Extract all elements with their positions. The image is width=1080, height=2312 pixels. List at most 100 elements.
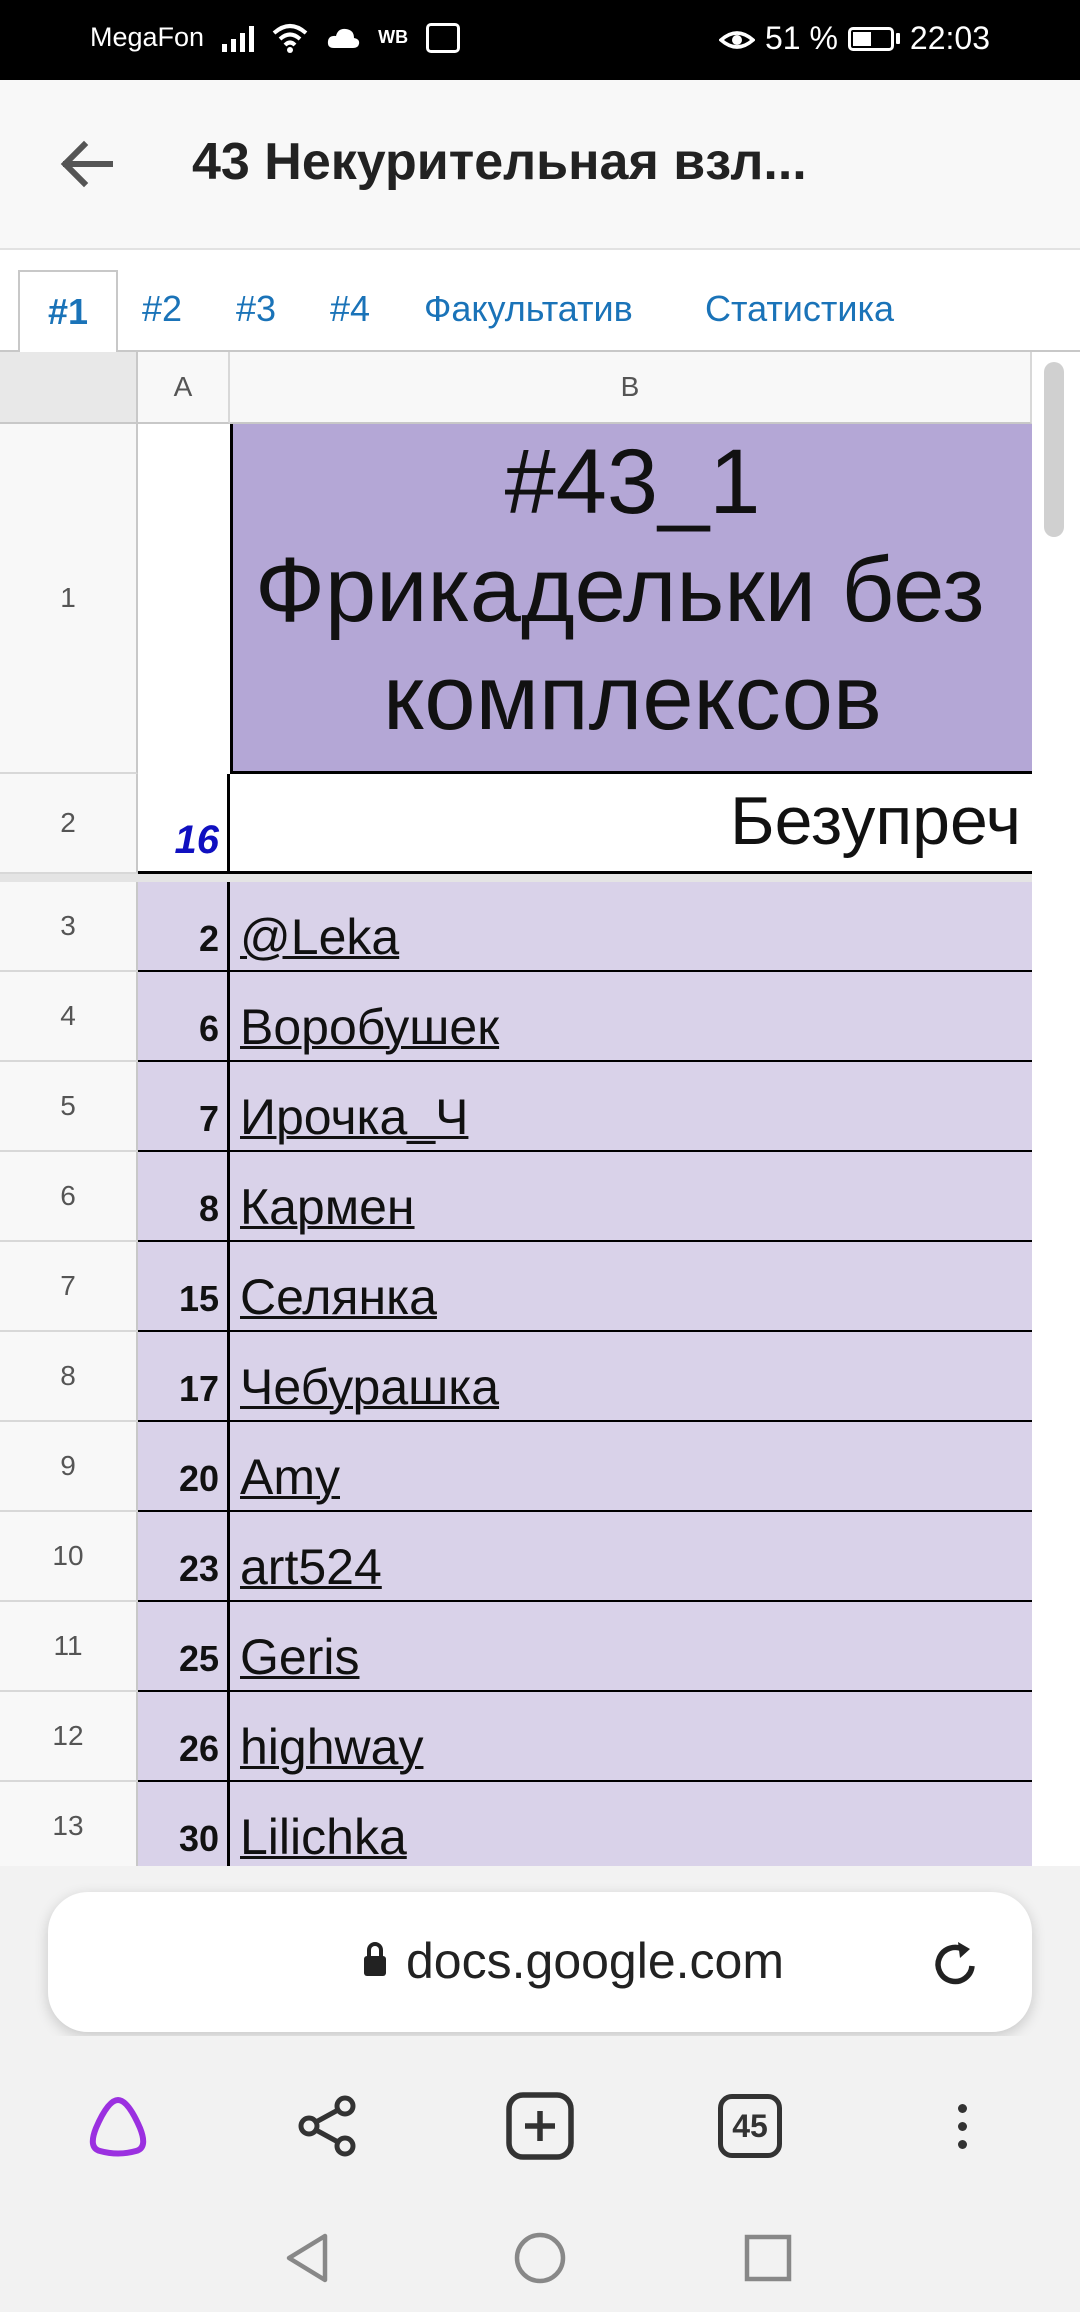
url-text: docs.google.com: [406, 1933, 785, 1989]
shopping-bag-icon: [426, 22, 461, 53]
cell-number[interactable]: 6: [138, 972, 230, 1062]
cell-name[interactable]: art524: [230, 1512, 1032, 1602]
row-header-2[interactable]: 2: [0, 774, 138, 874]
row-header[interactable]: 10: [0, 1512, 138, 1602]
participant-link[interactable]: Чебурашка: [240, 1358, 499, 1416]
cell-a1[interactable]: [138, 424, 230, 774]
cell-name[interactable]: Amy: [230, 1422, 1032, 1512]
cell-number[interactable]: 25: [138, 1602, 230, 1692]
participant-link[interactable]: Geris: [240, 1628, 359, 1686]
participant-link[interactable]: Lilichka: [240, 1808, 407, 1866]
cell-name[interactable]: Селянка: [230, 1242, 1032, 1332]
share-button[interactable]: [288, 2086, 368, 2166]
row-header[interactable]: 4: [0, 972, 138, 1062]
address-bar-area: docs.google.com: [0, 1866, 1080, 2036]
title-line-1: #43_1: [504, 431, 761, 533]
participant-link[interactable]: Ирочка_Ч: [240, 1088, 468, 1146]
battery-percent: 51 %: [764, 20, 838, 56]
column-header-b[interactable]: B: [230, 352, 1032, 424]
participant-link[interactable]: art524: [240, 1538, 382, 1596]
carrier-name: MegaFon: [90, 22, 205, 52]
more-vert-icon: [957, 2103, 967, 2149]
select-all-corner[interactable]: [0, 352, 138, 424]
row-header[interactable]: 12: [0, 1692, 138, 1782]
participant-link[interactable]: Селянка: [240, 1268, 437, 1326]
menu-button[interactable]: [922, 2086, 1002, 2166]
cell-name[interactable]: Воробушек: [230, 972, 1032, 1062]
cell-b2[interactable]: Безупреч: [230, 774, 1032, 874]
address-bar[interactable]: docs.google.com: [48, 1892, 1032, 2032]
frozen-rows-divider: [0, 874, 1032, 882]
bottom-toolbar: 45: [0, 2036, 1080, 2202]
tab-2[interactable]: #2: [142, 288, 182, 330]
tab-1[interactable]: #1: [18, 270, 118, 352]
spreadsheet-grid[interactable]: A B 1 #43_1 Фрикадельки без комплексов 2…: [0, 352, 1080, 1866]
tab-4[interactable]: #4: [330, 288, 370, 330]
row-header[interactable]: 9: [0, 1422, 138, 1512]
tabs-count-badge: 45: [718, 2094, 782, 2158]
cell-number[interactable]: 23: [138, 1512, 230, 1602]
status-bar: MegaFon WB 51 % 22:03: [0, 0, 1080, 80]
tab-facultative[interactable]: Факультатив: [424, 288, 633, 330]
status-bar-right: 51 % 22:03: [718, 20, 990, 57]
cell-number[interactable]: 15: [138, 1242, 230, 1332]
cell-b2-text: Безупреч: [730, 783, 1021, 859]
address-url-group: docs.google.com: [364, 1932, 784, 1990]
row-header[interactable]: 8: [0, 1332, 138, 1422]
cell-name[interactable]: Чебурашка: [230, 1332, 1032, 1422]
cell-name[interactable]: Geris: [230, 1602, 1032, 1692]
reload-icon[interactable]: [928, 1936, 984, 1992]
signal-icon: [222, 24, 255, 52]
cell-number[interactable]: 26: [138, 1692, 230, 1782]
assistant-button[interactable]: [78, 2086, 158, 2166]
cell-number[interactable]: 20: [138, 1422, 230, 1512]
square-recents-icon: [744, 2234, 792, 2282]
row-header[interactable]: 11: [0, 1602, 138, 1692]
share-icon: [298, 2095, 356, 2157]
row-header[interactable]: 7: [0, 1242, 138, 1332]
title-line-3: комплексов: [383, 647, 882, 749]
cell-number[interactable]: 2: [138, 882, 230, 972]
title-line-2: Фрикадельки без: [255, 539, 985, 641]
lock-icon: [364, 1942, 386, 1978]
column-header-a[interactable]: A: [138, 352, 230, 424]
row-header[interactable]: 6: [0, 1152, 138, 1242]
nav-back-button[interactable]: [278, 2228, 338, 2288]
cell-name[interactable]: highway: [230, 1692, 1032, 1782]
vertical-scrollbar[interactable]: [1044, 362, 1064, 537]
participant-link[interactable]: @Leka: [240, 908, 399, 966]
participant-link[interactable]: Воробушек: [240, 998, 499, 1056]
tab-statistics[interactable]: Статистика: [705, 288, 894, 330]
row-header[interactable]: 3: [0, 882, 138, 972]
cell-number[interactable]: 7: [138, 1062, 230, 1152]
row-header-1[interactable]: 1: [0, 424, 138, 774]
status-bar-left: MegaFon WB: [90, 22, 461, 53]
wifi-icon: [272, 23, 308, 53]
cell-number[interactable]: 8: [138, 1152, 230, 1242]
nav-recents-button[interactable]: [738, 2228, 798, 2288]
cell-number[interactable]: 30: [138, 1782, 230, 1866]
cell-number[interactable]: 17: [138, 1332, 230, 1422]
new-tab-button[interactable]: [500, 2086, 580, 2166]
cell-name[interactable]: Lilichka: [230, 1782, 1032, 1866]
cell-name[interactable]: Ирочка_Ч: [230, 1062, 1032, 1152]
row-header[interactable]: 5: [0, 1062, 138, 1152]
nav-home-button[interactable]: [510, 2228, 570, 2288]
tabs-button[interactable]: 45: [710, 2086, 790, 2166]
cell-a2[interactable]: 16: [138, 774, 230, 874]
cell-name[interactable]: @Leka: [230, 882, 1032, 972]
title-cell[interactable]: #43_1 Фрикадельки без комплексов: [230, 424, 1032, 774]
wb-indicator: WB: [378, 27, 409, 47]
eye-comfort-icon: [718, 30, 755, 49]
tab-3[interactable]: #3: [236, 288, 276, 330]
row-header[interactable]: 13: [0, 1782, 138, 1866]
participant-link[interactable]: highway: [240, 1718, 423, 1776]
participant-link[interactable]: Amy: [240, 1448, 340, 1506]
triangle-back-icon: [286, 2233, 328, 2283]
participant-link[interactable]: Кармен: [240, 1178, 415, 1236]
cell-name[interactable]: Кармен: [230, 1152, 1032, 1242]
back-button[interactable]: [46, 124, 126, 204]
circle-home-icon: [514, 2232, 566, 2284]
page-title: 43 Некурительная взл...: [192, 133, 807, 191]
alice-assistant-icon: [89, 2096, 147, 2157]
